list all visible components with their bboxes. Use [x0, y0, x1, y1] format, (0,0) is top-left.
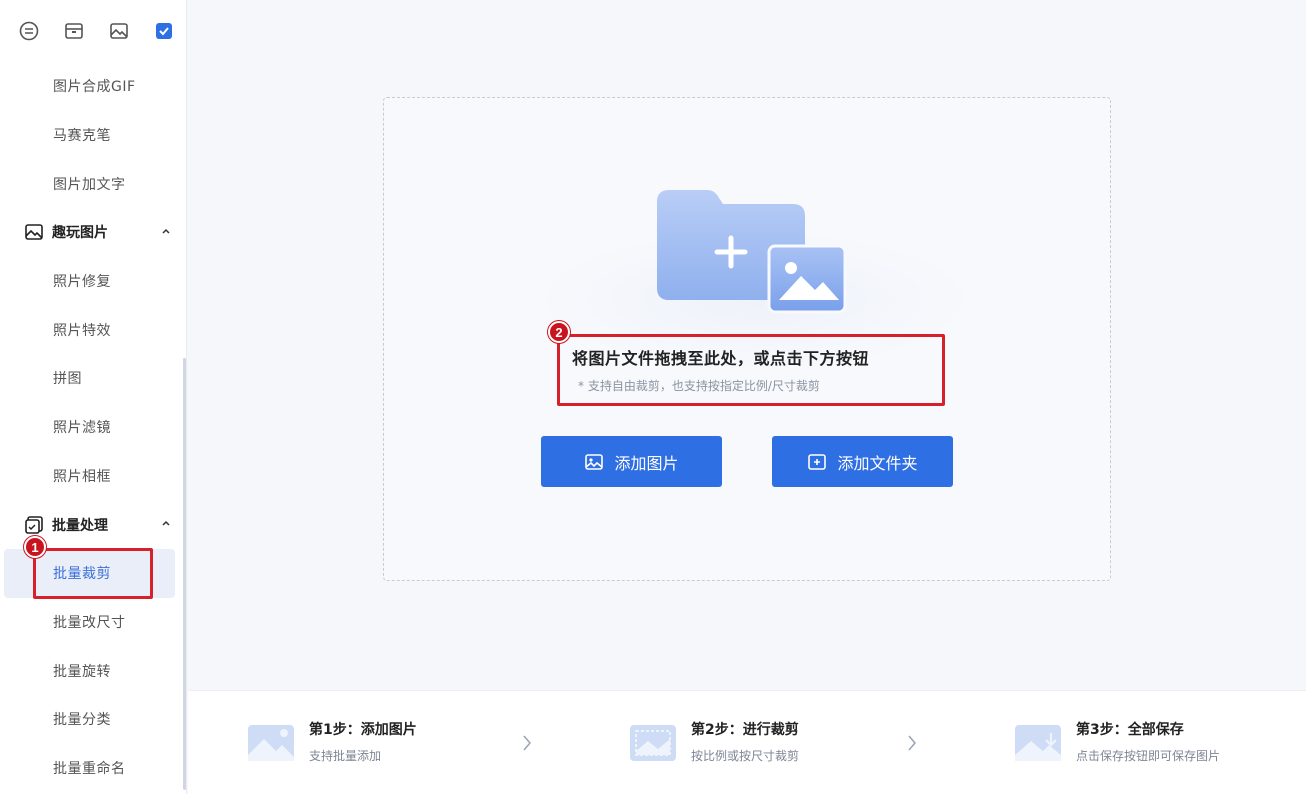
sidebar-item-label: 拼图 [53, 371, 82, 388]
step-1: 第1步：添加图片 支持批量添加 [246, 715, 506, 771]
chevron-right-icon [523, 735, 531, 751]
annotation-badge-2: 2 [548, 321, 570, 343]
sidebar-item-collage[interactable]: 拼图 [0, 354, 187, 403]
sidebar-item-label: 批量旋转 [53, 663, 111, 680]
step-crop-icon [630, 725, 676, 761]
sidebar-item-batch-resize[interactable]: 批量改尺寸 [0, 598, 187, 647]
annotation-box-2 [557, 334, 945, 406]
sidebar-item-label: 照片相框 [53, 468, 111, 485]
annotation-badge-1: 1 [24, 536, 46, 558]
sidebar-item-batch-rename[interactable]: 批量重命名 [0, 744, 187, 793]
sidebar-item-photo-filter[interactable]: 照片滤镜 [0, 403, 187, 452]
step-add-image-icon [248, 725, 294, 761]
step-save-icon [1015, 725, 1061, 761]
add-folder-label: 添加文件夹 [837, 453, 918, 473]
step-3: 第3步：全部保存 点击保存按钮即可保存图片 [1013, 715, 1293, 771]
image-icon [585, 453, 604, 470]
image-icon[interactable] [97, 11, 142, 51]
sidebar-group-label: 趣玩图片 [52, 225, 108, 242]
step-title: 第3步：全部保存 [1076, 722, 1184, 738]
chevron-right-icon [908, 735, 916, 751]
sidebar-top-icons [0, 0, 187, 62]
step-desc: 按比例或按尺寸裁剪 [691, 749, 800, 763]
add-folder-button[interactable]: 添加文件夹 [772, 436, 953, 487]
step-title: 第1步：添加图片 [309, 722, 417, 738]
sidebar-item-label: 批量重命名 [53, 760, 126, 777]
tool-circle-icon[interactable] [6, 11, 51, 51]
annotation-box-1 [33, 548, 153, 599]
sidebar-item-label: 马赛克笔 [53, 128, 111, 145]
sidebar-group-label: 批量处理 [52, 517, 108, 534]
sidebar-group-fun-images[interactable]: 趣玩图片 [0, 208, 187, 257]
sidebar-item-photo-repair[interactable]: 照片修复 [0, 257, 187, 306]
folder-add-image-icon [657, 190, 847, 314]
step-desc: 支持批量添加 [309, 749, 382, 763]
image-icon [24, 222, 44, 242]
chevron-up-icon[interactable] [160, 517, 172, 529]
sidebar-item-label: 照片修复 [53, 274, 111, 291]
sidebar-item-label: 图片加文字 [53, 176, 126, 193]
sidebar-item-photo-effects[interactable]: 照片特效 [0, 305, 187, 354]
batch-icon [24, 515, 44, 535]
step-desc: 点击保存按钮即可保存图片 [1076, 749, 1221, 763]
step-title: 第2步：进行裁剪 [691, 722, 799, 738]
batch-icon[interactable] [142, 11, 187, 51]
sidebar-item-label: 图片合成GIF [53, 79, 136, 96]
sidebar-scrollbar[interactable] [183, 358, 186, 790]
sidebar-item-batch-classify[interactable]: 批量分类 [0, 695, 187, 744]
sidebar-item-add-text[interactable]: 图片加文字 [0, 159, 187, 208]
sidebar-item-label: 照片滤镜 [53, 420, 111, 437]
sidebar-menu: 图片合成GIF 马赛克笔 图片加文字 趣玩图片 照片修复 照片特效 拼图 照片滤… [0, 62, 187, 792]
sidebar-item-label: 批量分类 [53, 712, 111, 729]
window-icon[interactable] [51, 11, 96, 51]
sidebar-item-label: 批量改尺寸 [53, 614, 126, 631]
step-2: 第2步：进行裁剪 按比例或按尺寸裁剪 [628, 715, 888, 771]
sidebar-item-photo-frame[interactable]: 照片相框 [0, 452, 187, 501]
steps-bar: 第1步：添加图片 支持批量添加 第2步：进行裁剪 按比例或按尺寸裁剪 第3步：全… [188, 690, 1306, 794]
sidebar-item-mosaic[interactable]: 马赛克笔 [0, 111, 187, 160]
sidebar-item-batch-rotate[interactable]: 批量旋转 [0, 646, 187, 695]
folder-plus-icon [808, 453, 827, 470]
chevron-up-icon[interactable] [160, 225, 172, 237]
add-image-label: 添加图片 [614, 453, 679, 473]
add-image-button[interactable]: 添加图片 [541, 436, 722, 487]
sidebar-item-label: 照片特效 [53, 322, 111, 339]
sidebar-item-gif[interactable]: 图片合成GIF [0, 62, 187, 111]
sidebar: 图片合成GIF 马赛克笔 图片加文字 趣玩图片 照片修复 照片特效 拼图 照片滤… [0, 0, 187, 794]
